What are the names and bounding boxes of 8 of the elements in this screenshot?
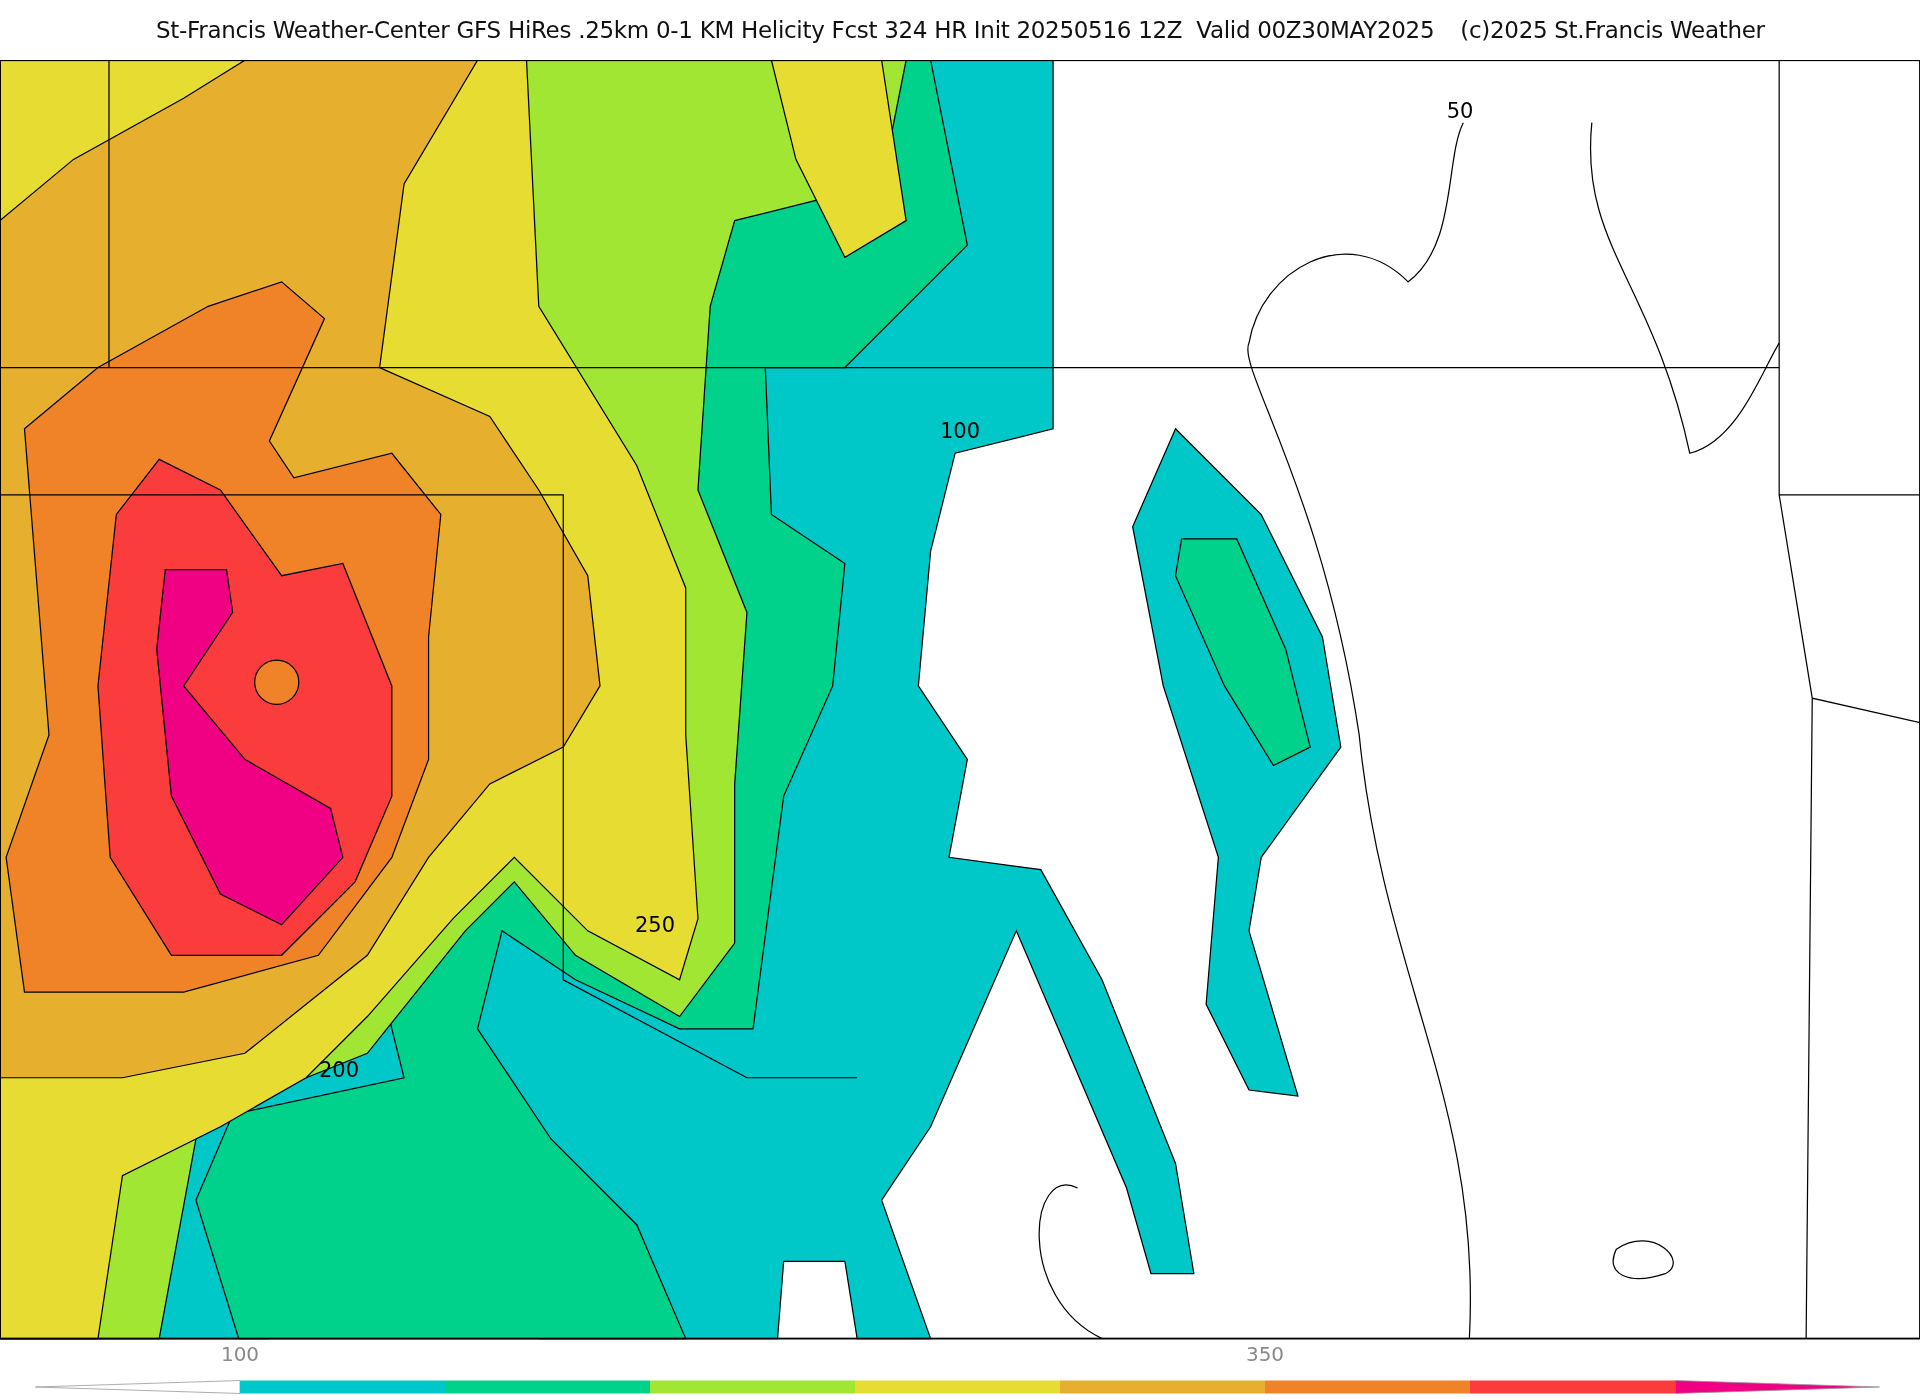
copyright-text: (c)2025 St.Francis Weather [1460,17,1765,43]
colorbar-tick-label: 350 [1245,1342,1285,1366]
contour-label: 200 [318,1058,360,1082]
contour-label: 250 [634,913,676,937]
contour-label: 50 [1446,99,1474,123]
colorbar-tick-label: 100 [220,1342,260,1366]
map-title: St-Francis Weather-Center GFS HiRes .25km 0-1 KM Helicity Fcst 324 HR Init 20250516 12Z Valid 00Z30MAY2025 [156,17,1435,43]
contour-label: 100 [939,419,981,443]
